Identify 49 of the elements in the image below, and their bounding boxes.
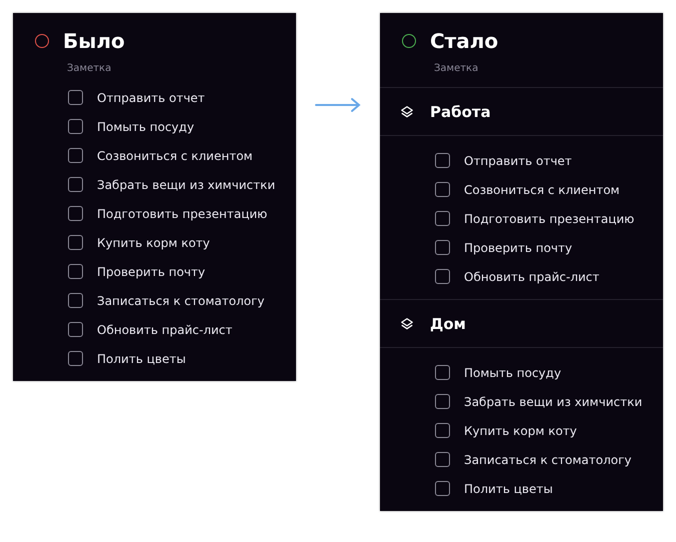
note-title: Стало — [430, 29, 498, 53]
task-label: Купить корм коту — [464, 424, 577, 438]
checkbox[interactable] — [68, 90, 83, 105]
checkbox[interactable] — [435, 394, 450, 409]
task-label: Полить цветы — [464, 482, 553, 496]
checkbox[interactable] — [68, 177, 83, 192]
checkbox[interactable] — [68, 351, 83, 366]
checkbox[interactable] — [435, 365, 450, 380]
checkbox[interactable] — [435, 240, 450, 255]
task-label: Созвониться с клиентом — [97, 148, 253, 162]
checkbox[interactable] — [68, 293, 83, 308]
checkbox[interactable] — [435, 269, 450, 284]
task-label: Помыть посуду — [97, 120, 194, 134]
task-label: Отправить отчет — [464, 154, 572, 168]
task-label: Помыть посуду — [464, 366, 562, 380]
task-label: Подготовить презентацию — [464, 212, 634, 226]
task-label: Забрать вещи из химчистки — [97, 178, 276, 192]
note-title: Было — [63, 29, 125, 53]
task-label: Подготовить презентацию — [97, 206, 268, 220]
checkbox[interactable] — [435, 211, 450, 226]
checkbox[interactable] — [68, 264, 83, 279]
checkbox[interactable] — [435, 481, 450, 496]
section-title: Работа — [430, 102, 491, 120]
note-subtitle: Заметка — [66, 62, 112, 75]
section-title: Дом — [430, 314, 466, 332]
checkbox[interactable] — [68, 322, 83, 337]
checkbox[interactable] — [68, 148, 83, 163]
arrow-icon — [315, 97, 361, 113]
task-label: Обновить прайс-лист — [97, 322, 232, 336]
checkbox[interactable] — [435, 452, 450, 467]
checkbox[interactable] — [435, 182, 450, 197]
checkbox[interactable] — [68, 119, 83, 134]
note-subtitle: Заметка — [433, 62, 480, 75]
task-label: Забрать вещи из химчистки — [464, 394, 642, 408]
task-label: Записаться к стоматологу — [464, 452, 632, 466]
checkbox[interactable] — [435, 153, 450, 168]
task-label: Отправить отчет — [97, 90, 205, 104]
task-label: Полить цветы — [97, 352, 186, 366]
layers-icon — [400, 104, 414, 118]
checkbox[interactable] — [68, 235, 83, 250]
layers-icon — [400, 316, 414, 330]
task-label: Обновить прайс-лист — [464, 270, 600, 284]
checkbox[interactable] — [435, 423, 450, 438]
task-label: Проверить почту — [464, 240, 572, 254]
task-label: Проверить почту — [97, 264, 206, 278]
task-label: Купить корм коту — [97, 236, 210, 250]
checkbox[interactable] — [68, 206, 83, 221]
task-label: Созвониться с клиентом — [464, 182, 620, 196]
task-label: Записаться к стоматологу — [97, 294, 264, 308]
